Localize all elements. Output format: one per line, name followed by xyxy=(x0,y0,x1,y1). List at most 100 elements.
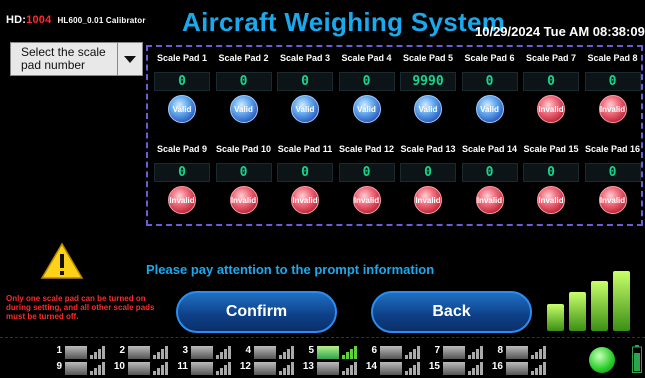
divider xyxy=(0,337,645,338)
channel-number: 3 xyxy=(182,345,188,356)
back-button[interactable]: Back xyxy=(371,291,532,333)
setting-note: Only one scale pad can be turned on duri… xyxy=(6,294,155,321)
channel-indicator: 9 xyxy=(50,360,108,377)
channel-number: 6 xyxy=(371,345,377,356)
channel-indicator: 8 xyxy=(491,344,549,361)
channel-indicator: 3 xyxy=(176,344,234,361)
invalid-toggle-button[interactable]: Invalid xyxy=(168,186,196,214)
scale-pad-cell: Scale Pad 9 0 Invalid xyxy=(152,144,212,224)
valid-toggle-button[interactable]: Valid xyxy=(475,95,504,123)
scale-pad-name: Scale Pad 15 xyxy=(523,144,579,154)
channel-block-icon xyxy=(65,362,87,375)
valid-toggle-button[interactable]: Valid xyxy=(352,95,381,123)
scale-pad-grid: Scale Pad 1 0 Valid Scale Pad 2 0 Valid Scale … xyxy=(146,45,643,226)
channel-block-icon xyxy=(443,362,465,375)
channel-number: 10 xyxy=(113,361,125,372)
status-indicator-icon xyxy=(589,347,615,373)
channel-indicator: 12 xyxy=(239,360,297,377)
scale-pad-cell: Scale Pad 14 0 Invalid xyxy=(460,144,520,224)
chevron-down-icon[interactable] xyxy=(117,43,142,75)
channel-indicator: 2 xyxy=(113,344,171,361)
invalid-toggle-button[interactable]: Invalid xyxy=(475,186,504,214)
invalid-toggle-button[interactable]: Invalid xyxy=(537,95,565,123)
scale-pad-value: 0 xyxy=(584,72,641,91)
scale-pad-name: Scale Pad 14 xyxy=(461,144,518,154)
channel-block-icon xyxy=(506,362,528,375)
scale-pad-cell: Scale Pad 5 9990 Valid xyxy=(398,53,458,133)
warning-icon xyxy=(40,242,84,279)
pad-row-2: Scale Pad 9 0 Invalid Scale Pad 10 0 Invalid S… xyxy=(148,144,641,224)
scale-pad-value: 0 xyxy=(461,163,518,182)
scale-pad-value: 0 xyxy=(523,72,579,91)
scale-pad-cell: Scale Pad 15 0 Invalid xyxy=(521,144,581,224)
scale-pad-value: 0 xyxy=(277,163,333,182)
scale-pad-name: Scale Pad 13 xyxy=(400,144,456,154)
channel-number: 12 xyxy=(239,361,251,372)
scale-pad-value: 9990 xyxy=(400,72,456,91)
scale-pad-cell: Scale Pad 16 0 Invalid xyxy=(583,144,643,224)
channel-status-bar: 1 2 3 4 5 6 7 8 9 10 11 12 13 14 15 16 xyxy=(0,340,645,378)
scale-pad-cell: Scale Pad 7 0 Invalid xyxy=(521,53,581,133)
signal-strength-icon xyxy=(547,271,630,331)
scale-pad-name: Scale Pad 4 xyxy=(341,53,392,63)
channel-block-icon xyxy=(128,346,150,359)
channel-block-icon xyxy=(254,362,276,375)
scale-pad-cell: Scale Pad 3 0 Valid xyxy=(275,53,335,133)
channel-indicator: 16 xyxy=(491,360,549,377)
channel-number: 5 xyxy=(308,345,314,356)
page-title: Aircraft Weighing System xyxy=(182,7,506,37)
scale-pad-cell: Scale Pad 13 0 Invalid xyxy=(398,144,458,224)
channel-indicator: 10 xyxy=(113,360,171,377)
channel-number: 1 xyxy=(56,345,62,356)
channel-block-icon xyxy=(254,346,276,359)
invalid-toggle-button[interactable]: Invalid xyxy=(291,186,319,214)
datetime: 10/29/2024 Tue AM 08:38:09 xyxy=(475,24,645,39)
channel-block-icon xyxy=(128,362,150,375)
channel-indicator: 4 xyxy=(239,344,297,361)
version-label: HL600_0.01 Calibrator xyxy=(57,16,146,25)
scale-pad-name: Scale Pad 12 xyxy=(338,144,395,154)
scale-pad-value: 0 xyxy=(215,163,272,182)
scale-pad-name: Scale Pad 3 xyxy=(279,53,331,63)
device-id: HD:1004 HL600_0.01 Calibrator xyxy=(6,14,146,26)
scale-pad-cell: Scale Pad 10 0 Invalid xyxy=(214,144,274,224)
channel-number: 2 xyxy=(119,345,125,356)
invalid-toggle-button[interactable]: Invalid xyxy=(414,186,442,214)
scale-pad-cell: Scale Pad 1 0 Valid xyxy=(152,53,212,133)
scale-pad-value: 0 xyxy=(338,163,395,182)
invalid-toggle-button[interactable]: Invalid xyxy=(537,186,565,214)
channel-indicator: 11 xyxy=(176,360,234,377)
channel-number: 14 xyxy=(365,361,377,372)
scale-pad-name: Scale Pad 8 xyxy=(587,53,638,63)
scale-pad-value: 0 xyxy=(461,72,518,91)
invalid-toggle-button[interactable]: Invalid xyxy=(598,95,627,123)
channel-number: 7 xyxy=(434,345,440,356)
channel-block-icon xyxy=(191,362,213,375)
channel-number: 11 xyxy=(177,361,188,372)
valid-toggle-button[interactable]: Valid xyxy=(229,95,258,123)
valid-toggle-button[interactable]: Valid xyxy=(414,95,442,123)
invalid-toggle-button[interactable]: Invalid xyxy=(598,186,627,214)
scale-pad-value: 0 xyxy=(400,163,456,182)
scale-pad-value: 0 xyxy=(154,72,210,91)
confirm-button[interactable]: Confirm xyxy=(176,291,337,333)
valid-toggle-button[interactable]: Valid xyxy=(291,95,319,123)
channel-indicator: 1 xyxy=(50,344,108,361)
scale-pad-value: 0 xyxy=(215,72,272,91)
invalid-toggle-button[interactable]: Invalid xyxy=(229,186,258,214)
channel-number: 9 xyxy=(56,361,62,372)
channel-block-icon xyxy=(317,346,339,359)
scale-pad-name: Scale Pad 7 xyxy=(525,53,577,63)
channel-block-icon xyxy=(506,346,528,359)
scale-pad-name: Scale Pad 10 xyxy=(215,144,272,154)
pad-row-1: Scale Pad 1 0 Valid Scale Pad 2 0 Valid Scale … xyxy=(148,53,641,133)
valid-toggle-button[interactable]: Valid xyxy=(168,95,196,123)
channel-block-icon xyxy=(65,346,87,359)
scale-pad-cell: Scale Pad 12 0 Invalid xyxy=(337,144,397,224)
scale-pad-name: Scale Pad 1 xyxy=(156,53,208,63)
hd-label: HD: xyxy=(6,14,27,26)
scale-pad-name: Scale Pad 11 xyxy=(277,144,333,154)
scale-pad-select[interactable]: Select the scale pad number xyxy=(10,42,143,76)
channel-block-icon xyxy=(443,346,465,359)
invalid-toggle-button[interactable]: Invalid xyxy=(352,186,381,214)
